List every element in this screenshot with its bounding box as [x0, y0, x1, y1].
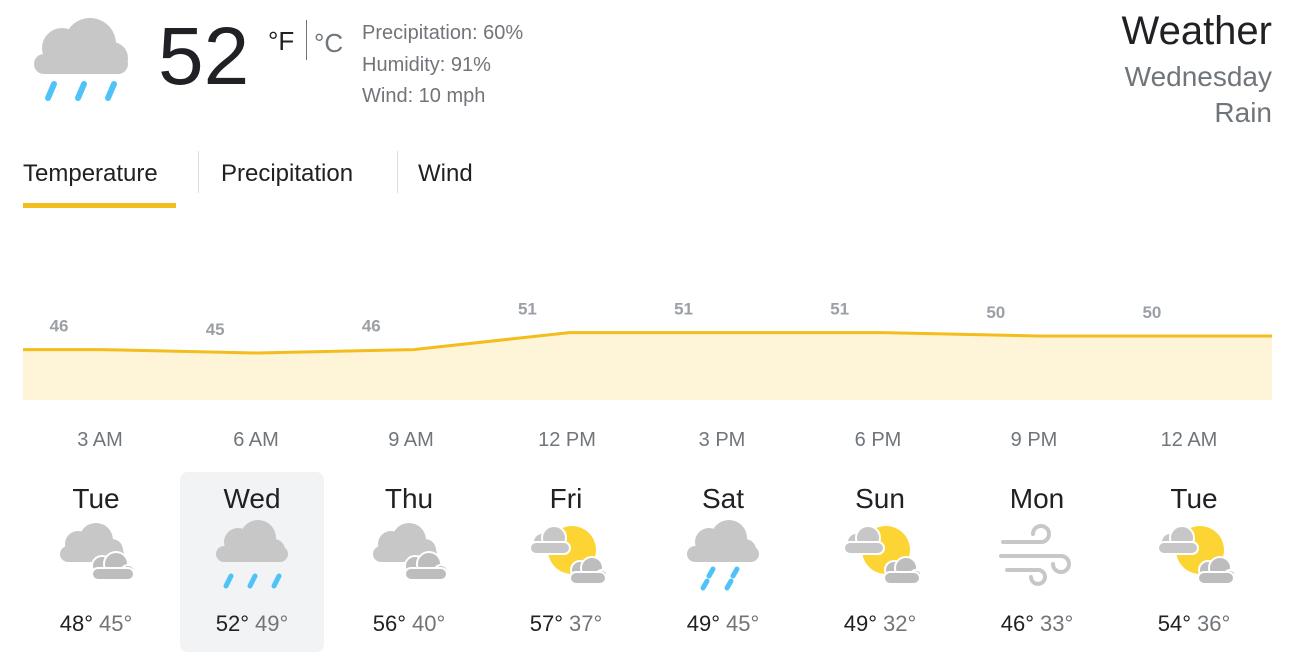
forecast-day-sun[interactable]: Sun 49° 32° [808, 472, 952, 652]
high-temp: 49° [686, 611, 720, 636]
showers-icon [687, 520, 759, 591]
unit-divider [306, 20, 307, 60]
low-temp: 36° [1197, 611, 1231, 636]
time-label: 3 PM [698, 429, 746, 451]
wind-icon [999, 524, 1071, 586]
day-name: Wed [223, 483, 281, 514]
chart-data-label: 50 [986, 303, 1005, 322]
low-temp: 40° [412, 611, 446, 636]
high-temp: 57° [529, 611, 563, 636]
weather-title: Weather [1121, 9, 1272, 53]
rain-icon [216, 520, 288, 589]
high-temp: 52° [215, 611, 249, 636]
low-temp: 45° [99, 611, 133, 636]
low-temp: 32° [883, 611, 917, 636]
time-label: 6 PM [854, 429, 902, 451]
temperature-chart[interactable]: 46 45 46 51 51 51 50 50 [0, 285, 1292, 405]
forecast-day-fri[interactable]: Fri 57° 37° [494, 472, 638, 652]
time-label: 12 PM [538, 429, 596, 451]
time-label: 12 AM [1160, 429, 1218, 451]
day-name: Mon [1009, 483, 1065, 514]
fahrenheit-toggle[interactable]: °F [268, 26, 294, 56]
forecast-day-tue[interactable]: Tue 48° 45° [24, 472, 168, 652]
day-name: Fri [549, 483, 583, 514]
humidity-readout: Humidity: 91% [362, 54, 491, 76]
chart-data-label: 51 [674, 300, 693, 319]
wind-readout: Wind: 10 mph [362, 85, 486, 107]
day-name: Tue [1170, 483, 1218, 514]
low-temp: 33° [1040, 611, 1074, 636]
time-label: 6 AM [233, 429, 279, 451]
low-temp: 45° [726, 611, 760, 636]
cloudy-icon [373, 523, 449, 581]
tab-temperature[interactable]: Temperature [23, 158, 158, 190]
high-temp: 46° [1000, 611, 1034, 636]
forecast-day-sat[interactable]: Sat 49° 45° [651, 472, 795, 652]
tab-divider [397, 151, 398, 193]
tab-precipitation[interactable]: Precipitation [221, 158, 353, 190]
high-temp: 54° [1157, 611, 1191, 636]
chart-area [23, 332, 1272, 400]
rain-icon [34, 18, 128, 101]
chart-data-label: 51 [830, 300, 849, 319]
celsius-toggle[interactable]: °C [314, 28, 343, 58]
day-name: Thu [384, 483, 434, 514]
chart-data-label: 46 [362, 317, 381, 336]
forecast-day-wed[interactable]: Wed 52° 49° [180, 472, 324, 652]
partly-cloudy-icon [843, 525, 920, 585]
time-label: 9 PM [1010, 429, 1058, 451]
day-name: Sun [855, 483, 905, 514]
low-temp: 49° [255, 611, 289, 636]
time-label: 3 AM [77, 429, 123, 451]
forecast-day-tue-next[interactable]: Tue 54° 36° [1122, 472, 1266, 652]
forecast-day-mon[interactable]: Mon 46° 33° [965, 472, 1109, 652]
current-temperature: 52 [158, 11, 250, 102]
high-temp: 49° [843, 611, 877, 636]
partly-cloudy-icon [529, 525, 606, 585]
low-temp: 37° [569, 611, 603, 636]
time-label: 9 AM [388, 429, 434, 451]
high-temp: 48° [59, 611, 93, 636]
high-temp: 56° [372, 611, 406, 636]
current-condition: Rain [1214, 97, 1272, 128]
tab-selected-indicator [23, 203, 176, 208]
partly-cloudy-icon [1157, 525, 1234, 585]
chart-data-label: 51 [518, 300, 537, 319]
day-name: Sat [701, 483, 745, 514]
chart-data-label: 46 [50, 317, 69, 336]
tab-divider [198, 151, 199, 193]
cloudy-icon [60, 523, 136, 581]
day-name: Tue [72, 483, 120, 514]
current-day: Wednesday [1124, 61, 1272, 92]
precipitation-readout: Precipitation: 60% [362, 22, 524, 44]
tab-wind[interactable]: Wind [418, 158, 473, 190]
chart-data-label: 50 [1142, 303, 1161, 322]
chart-data-label: 45 [206, 320, 225, 339]
forecast-day-thu[interactable]: Thu 56° 40° [337, 472, 481, 652]
